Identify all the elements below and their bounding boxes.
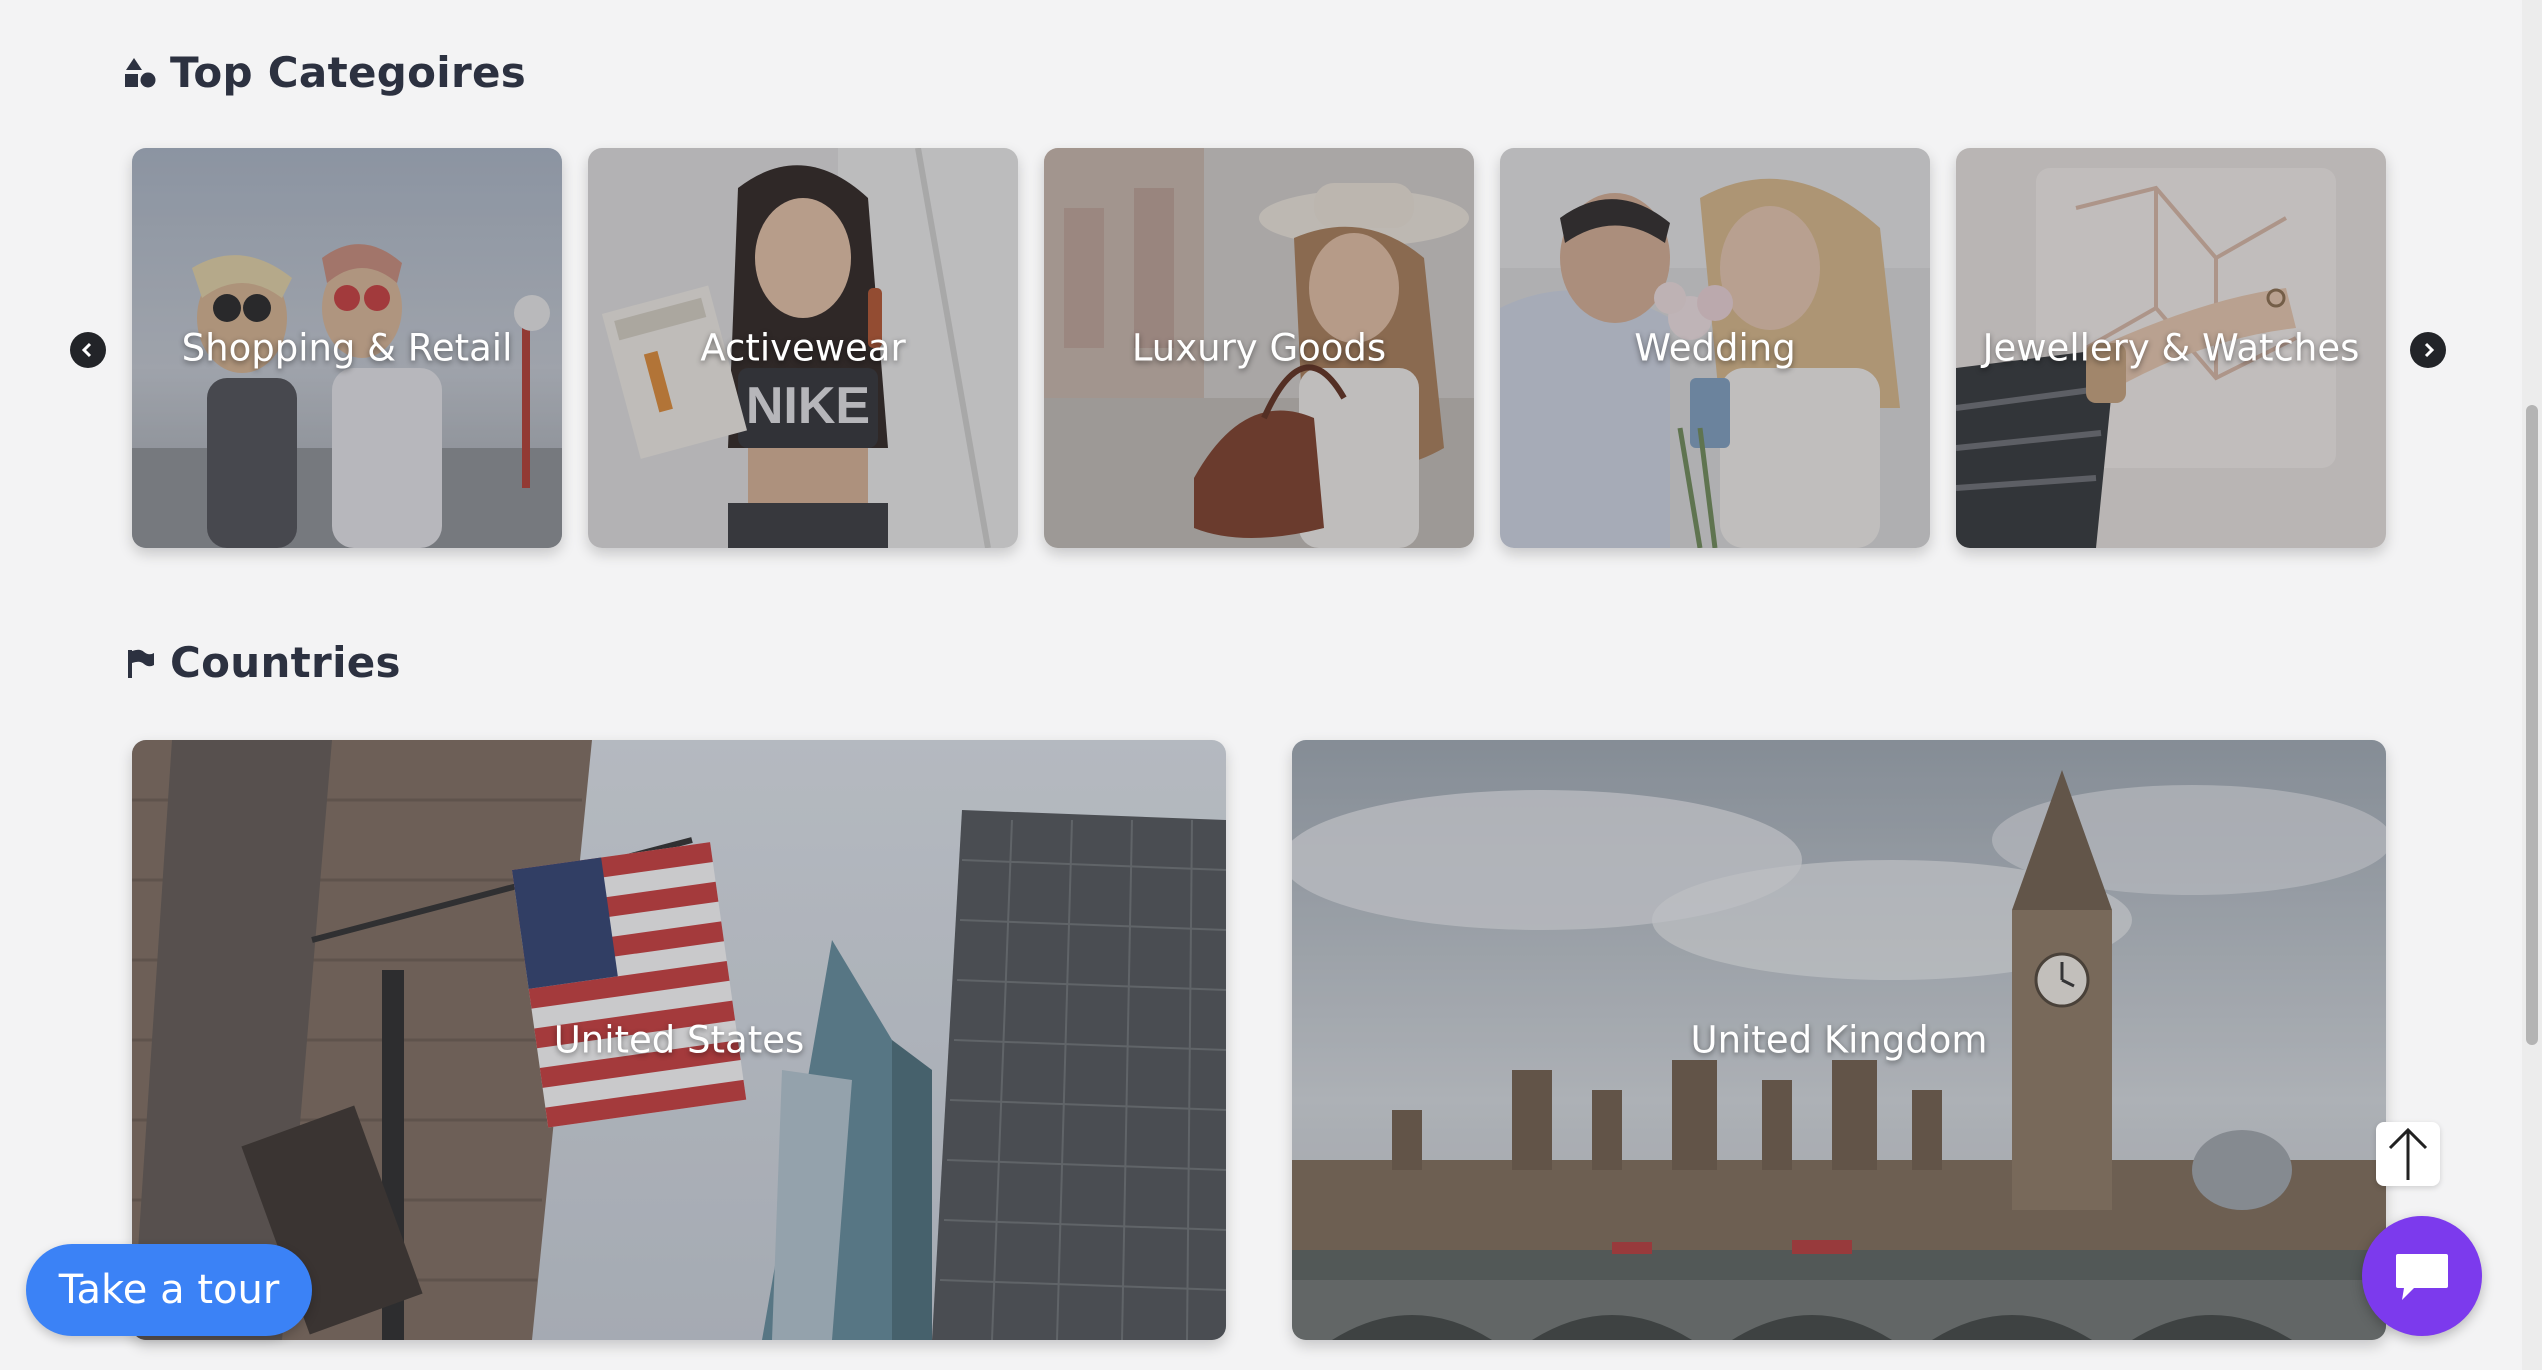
take-a-tour-button[interactable]: Take a tour — [26, 1244, 312, 1336]
scroll-to-top-button[interactable] — [2376, 1122, 2440, 1186]
country-card-united-kingdom[interactable]: United Kingdom — [1292, 740, 2386, 1340]
category-card-wedding[interactable]: Wedding — [1500, 148, 1930, 548]
carousel-prev-button[interactable] — [70, 332, 106, 368]
scrollbar-thumb[interactable] — [2526, 405, 2538, 1045]
country-label: United Kingdom — [1690, 1018, 1988, 1062]
category-card-jewellery-watches[interactable]: Jewellery & Watches — [1956, 148, 2386, 548]
carousel-track: Shopping & Retail NIKE Activewear Luxury… — [132, 148, 2386, 548]
countries-title: Countries — [170, 638, 401, 687]
arrow-up-icon — [2388, 1127, 2428, 1180]
chevron-right-icon — [2424, 342, 2435, 358]
carousel-next-button[interactable] — [2410, 332, 2446, 368]
top-categories-heading: Top Categoires — [120, 48, 526, 97]
country-card-united-states[interactable]: United States — [132, 740, 1226, 1340]
chat-bubble-icon — [2396, 1254, 2448, 1300]
page-scrollbar[interactable] — [2522, 0, 2542, 1370]
categories-carousel: Shopping & Retail NIKE Activewear Luxury… — [0, 148, 2542, 548]
chat-button[interactable] — [2362, 1216, 2482, 1336]
category-label: Wedding — [1634, 326, 1796, 370]
category-label: Luxury Goods — [1131, 326, 1387, 370]
category-card-luxury-goods[interactable]: Luxury Goods — [1044, 148, 1474, 548]
category-card-activewear[interactable]: NIKE Activewear — [588, 148, 1018, 548]
category-label: Jewellery & Watches — [1982, 326, 2360, 370]
category-card-shopping-retail[interactable]: Shopping & Retail — [132, 148, 562, 548]
page: Top Categoires Shopping & Retail NIKE Ac… — [0, 0, 2542, 1370]
countries-heading: Countries — [120, 638, 401, 687]
category-label: Activewear — [700, 326, 906, 370]
chevron-left-icon — [81, 342, 92, 358]
shapes-icon — [120, 53, 160, 93]
country-label: United States — [553, 1018, 805, 1062]
category-label: Shopping & Retail — [181, 326, 513, 370]
flag-icon — [120, 643, 160, 683]
top-categories-title: Top Categoires — [170, 48, 527, 97]
